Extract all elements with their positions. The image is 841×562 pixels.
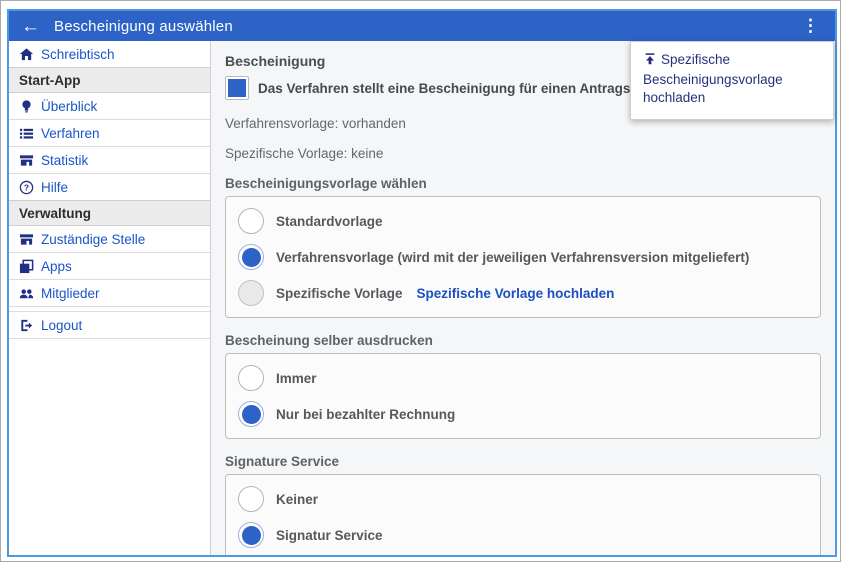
sidebar-item-statistik[interactable]: Statistik [9, 147, 210, 174]
sidebar-item-label: Statistik [41, 153, 88, 168]
radio-label: Verfahrensvorlage (wird mit der jeweilig… [276, 250, 749, 265]
sidebar-item-verfahren[interactable]: Verfahren [9, 120, 210, 147]
radio-option-verfahrensvorlage: Verfahrensvorlage (wird mit der jeweilig… [238, 239, 808, 275]
radio-option-spezifische-vorlage: Spezifische Vorlage Spezifische Vorlage … [238, 275, 808, 311]
group-signature-service: Signature Service Keiner Signatur Servic… [225, 454, 821, 555]
upload-icon [643, 52, 657, 71]
header-menu-dropdown: Spezifische Bescheinigungsvorlage hochla… [630, 41, 834, 120]
help-icon: ? [19, 180, 41, 195]
checkbox-checked-fill [228, 79, 246, 97]
kebab-menu-icon[interactable]: ⋮ [798, 16, 823, 36]
radio-label: Nur bei bezahlter Rechnung [276, 407, 455, 422]
group-label: Signature Service [225, 454, 821, 469]
sidebar-item-label: Verfahren [41, 126, 100, 141]
sidebar-item-zustaendige-stelle[interactable]: Zuständige Stelle [9, 226, 210, 253]
radio-group-box: Standardvorlage Verfahrensvorlage (wird … [225, 196, 821, 318]
group-selber-ausdrucken: Bescheinung selber ausdrucken Immer Nur … [225, 333, 821, 439]
sidebar-item-label: Hilfe [41, 180, 68, 195]
sidebar-item-schreibtisch[interactable]: Schreibtisch [9, 41, 210, 68]
svg-text:?: ? [24, 182, 29, 192]
page-title: Bescheinigung auswählen [54, 18, 233, 35]
menu-item-label: Spezifische Bescheinigungsvorlage hochla… [643, 52, 783, 105]
certificate-checkbox-label: Das Verfahren stellt eine Bescheinigung … [258, 81, 690, 96]
app-container: ← Bescheinigung auswählen ⋮ Spezifische … [7, 9, 837, 557]
sidebar-section-label: Start-App [19, 73, 81, 88]
sidebar-item-ueberblick[interactable]: Überblick [9, 93, 210, 120]
sidebar-nav: Schreibtisch Start-App Überblick Verfahr… [9, 41, 211, 555]
sidebar-section-verwaltung: Verwaltung [9, 200, 210, 226]
sidebar-item-mitglieder[interactable]: Mitglieder [9, 280, 210, 307]
radio-button[interactable] [238, 486, 264, 512]
logout-icon [19, 318, 41, 333]
radio-option-signatur-service: Signatur Service [238, 517, 808, 553]
radio-button-selected[interactable] [238, 244, 264, 270]
sidebar-item-label: Logout [41, 318, 82, 333]
radio-button-selected[interactable] [238, 522, 264, 548]
group-label: Bescheinigungsvorlage wählen [225, 176, 821, 191]
list-icon [19, 126, 41, 141]
radio-button-disabled[interactable] [238, 280, 264, 306]
sidebar-item-apps[interactable]: Apps [9, 253, 210, 280]
sidebar-section-start-app: Start-App [9, 67, 210, 93]
radio-option-keiner: Keiner [238, 481, 808, 517]
members-icon [19, 286, 41, 301]
sidebar-item-label: Mitglieder [41, 286, 100, 301]
radio-label: Signatur Service [276, 528, 383, 543]
radio-label: Keiner [276, 492, 318, 507]
lightbulb-icon [19, 99, 41, 114]
info-spezifische-vorlage: Spezifische Vorlage: keine [225, 146, 821, 161]
menu-item-upload-template[interactable]: Spezifische Bescheinigungsvorlage hochla… [643, 51, 821, 108]
sidebar-section-label: Verwaltung [19, 206, 91, 221]
app-header: ← Bescheinigung auswählen ⋮ [9, 11, 835, 41]
radio-label: Standardvorlage [276, 214, 383, 229]
radio-group-box: Immer Nur bei bezahlter Rechnung [225, 353, 821, 439]
radio-label: Immer [276, 371, 317, 386]
window-frame: ← Bescheinigung auswählen ⋮ Spezifische … [0, 0, 841, 562]
home-icon [19, 47, 41, 62]
sidebar-item-hilfe[interactable]: ? Hilfe [9, 174, 210, 201]
radio-button[interactable] [238, 208, 264, 234]
upload-template-link[interactable]: Spezifische Vorlage hochladen [417, 286, 615, 301]
sidebar-item-label: Zuständige Stelle [41, 232, 145, 247]
radio-option-nur-bei-bezahlter-rechnung: Nur bei bezahlter Rechnung [238, 396, 808, 432]
store-icon [19, 153, 41, 168]
store-icon [19, 232, 41, 247]
group-label: Bescheinung selber ausdrucken [225, 333, 821, 348]
sidebar-item-logout[interactable]: Logout [9, 312, 210, 339]
back-arrow-icon[interactable]: ← [21, 17, 40, 36]
sidebar-item-label: Apps [41, 259, 72, 274]
radio-option-standardvorlage: Standardvorlage [238, 203, 808, 239]
sidebar-item-label: Überblick [41, 99, 97, 114]
radio-option-immer: Immer [238, 360, 808, 396]
radio-group-box: Keiner Signatur Service [225, 474, 821, 555]
radio-button[interactable] [238, 365, 264, 391]
apps-icon [19, 259, 41, 274]
certificate-checkbox[interactable] [225, 76, 249, 100]
group-bescheinigungsvorlage: Bescheinigungsvorlage wählen Standardvor… [225, 176, 821, 318]
radio-button-selected[interactable] [238, 401, 264, 427]
radio-label: Spezifische Vorlage [276, 286, 403, 301]
sidebar-item-label: Schreibtisch [41, 47, 115, 62]
